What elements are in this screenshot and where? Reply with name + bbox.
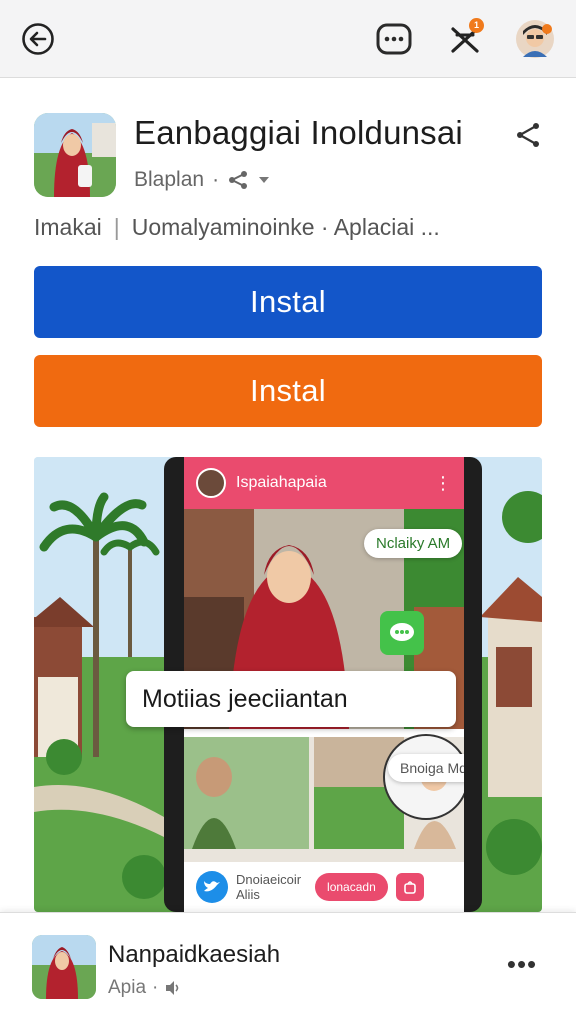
app-screenshot-carousel[interactable]: Ispaiahapaia ⋮ Nclaiky AM Bnoiga Mdodi D… [34,457,542,912]
screen-bottom-bar: Dnoiaeicoir Aliis lonacadn [184,862,464,912]
developer-name[interactable]: Blaplan [134,168,204,192]
bag-icon [403,881,416,894]
related-app-icon [32,935,96,999]
notification-badge: 1 [469,18,484,33]
more-vert-icon: ⋮ [434,473,452,493]
screenshot-caption: Motiias jeeciiantan [126,671,456,727]
share-icon [517,123,539,147]
related-app-icon-image [32,935,96,999]
screen-header: Ispaiahapaia ⋮ [184,457,464,509]
share-button[interactable] [512,120,544,150]
meta-separator: | [113,214,120,240]
app-icon [34,113,116,197]
chat-button[interactable] [374,21,414,59]
chat-chip-top: Nclaiky AM [364,529,463,558]
screen-bottom-line-1: Dnoiaeicoir [236,872,302,887]
profile-avatar-button[interactable] [514,18,556,60]
app-icon-image [34,113,116,197]
back-arrow-icon [22,23,54,55]
avatar-icon [516,20,554,58]
dot-separator: · [212,168,220,191]
message-app-icon [380,611,424,655]
app-title: Eanbaggiai Inoldunsai [134,114,463,151]
related-app-subtitle-row: Apia · [108,977,182,999]
top-bar: 1 [0,0,576,78]
dot-separator: · [152,977,159,998]
meta-description: Uomalyaminoinke · Aplaciai ... [131,214,440,240]
back-button[interactable] [20,21,56,57]
chevron-down-icon[interactable] [257,174,271,186]
screen-header-title: Ispaiahapaia [236,474,327,491]
app-developer-row: Blaplan · [134,168,271,192]
chat-bubble-icon [376,23,412,55]
activity-button[interactable]: 1 [444,18,486,60]
screen-pill-button: lonacadn [315,873,388,901]
screen-header-avatar [196,468,226,498]
volume-icon [166,981,179,995]
related-app-title: Nanpaidkaesiah [108,941,281,968]
chat-chip-middle: Bnoiga Mdodi [388,754,464,782]
more-options-button[interactable]: ••• [500,949,544,979]
related-app-subtitle: Apia [108,977,147,998]
bird-icon [196,871,228,903]
screen-bottom-line-2: Aliis [236,887,260,902]
app-meta-row: Imakai | Uomalyaminoinke · Aplaciai ... [34,214,440,241]
screen-square-button [395,873,424,901]
screen-bottom-text: Dnoiaeicoir Aliis [236,872,301,902]
meta-category: Imakai [34,214,102,240]
install-button-secondary[interactable]: Instal [34,355,542,427]
related-app-card[interactable]: Nanpaidkaesiah Apia · ••• [0,912,576,1024]
install-button-primary[interactable]: Instal [34,266,542,338]
share-small-icon [229,171,248,189]
chat-dots-icon [390,623,414,641]
